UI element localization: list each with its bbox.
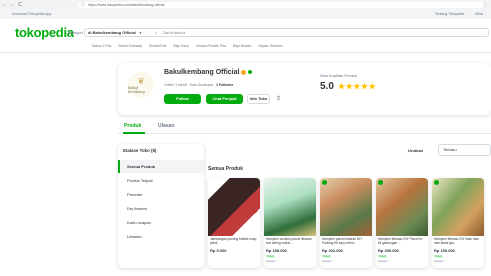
keyword-link[interactable]: Sepatu Snekers [258,44,282,48]
site-info-icon[interactable]: ⓘ [81,2,85,8]
etalase-sidebar: Etalase Toko (8) Semua Produk Produk Ter… [118,144,204,268]
keyword-link[interactable]: Sabun 2 Pcs [92,44,111,48]
shop-info-button[interactable]: Info Toko [247,94,270,104]
top-strip: Download Tokopedia App Tentang Tokopedia… [0,10,491,19]
etalase-item-dry-flowers[interactable]: Dry flowers [118,202,204,215]
product-price: Rp 5.000 [210,248,227,253]
tab-ulasan[interactable]: Ulasan [158,123,174,129]
product-name: Hampers cookies parcel lebaran box kerin… [266,237,312,245]
sold-count: Terjual 1 [378,260,388,263]
shop-header-card: ❦ Bakul Kembang Bakulkembang Official On… [118,63,491,115]
keyword-link[interactable]: Baju Muslim [233,44,251,48]
mitra-link[interactable]: Mitra [475,12,483,16]
sold-count: Terjual 1 [266,260,276,263]
sold-count: Terjual 1 [434,260,444,263]
wholesale-badge: Grosir [434,255,444,258]
shop-location: Kota Surabaya [189,83,213,87]
product-card[interactable]: Hampers lebaran DIY Parcel hr kit gantun… [376,178,428,268]
tab-produk[interactable]: Produk [124,123,141,129]
sort-select[interactable]: Terbaru [438,144,491,156]
keyword-link[interactable]: Sendal Pria [149,44,167,48]
stock-indicator-icon [378,180,383,185]
leaf-icon: ❦ [137,75,145,86]
official-badge-icon [241,69,247,75]
shop-name-text: Bakulkembang Official [164,69,240,76]
back-icon[interactable]: ← [0,0,8,10]
search-bar[interactable]: di Bakulkembang Official ▼ ⌕ [84,28,489,37]
wholesale-badge: Grosir [378,255,388,258]
etalase-item-semua-produk[interactable]: Semua Produk [118,160,204,173]
etalase-item-kartu-ucapan[interactable]: Kartu ucapan [118,216,204,229]
product-card[interactable]: Hampers cookies parcel lebaran box kerin… [264,178,316,268]
follower-count: 1 Follower [215,83,234,87]
product-price: Rp 202.000 [322,248,343,253]
sort-value: Terbaru [443,147,457,152]
site-header: tokopedia Kategori di Bakulkembang Offic… [0,19,491,53]
active-tab-indicator [123,132,145,134]
etalase-item-produk-terjual[interactable]: Produk Terjual [118,174,204,187]
section-title: Semua Produk [208,166,244,172]
category-link[interactable]: Kategori [68,30,83,35]
sort-label: Urutkan [408,148,424,153]
rating-label: Nilai Kualitas Produk [320,73,357,78]
share-icon[interactable]: ⇪ [276,95,281,102]
search-scope-label: di Bakulkembang Official [88,30,136,35]
shop-meta: Online 1 menit · Kota Surabaya · 1 Follo… [164,83,234,87]
shop-tabs: Produk Ulasan [118,118,491,134]
top-strip-links: Tentang Tokopedia Mitra [425,10,483,19]
rating-score: 5.0 [320,81,334,92]
keyword-suggestions: Sabun 2 Pcs Sweet Sunnday Sendal Pria Ba… [92,44,289,48]
address-bar[interactable]: ⓘ https://www.tokopedia.com/bakulkembang… [78,2,483,8]
follow-button[interactable]: Follow [164,94,201,104]
keyword-link[interactable]: Sweet Sunnday [118,44,142,48]
browser-menu-icon[interactable]: ⋮ [483,0,488,10]
shop-name: Bakulkembang Official [164,69,253,76]
product-image [264,178,316,236]
wholesale-badge: Grosir [266,255,276,258]
product-card[interactable]: Hampers lebaran DIY isian hias mini lant… [432,178,484,268]
stock-indicator-icon [434,180,439,185]
product-card[interactable]: Hampers parcel lebaran DIY Packing Kit k… [320,178,372,268]
product-name: Hampers lebaran DIY isian hias mini lant… [434,237,479,245]
etalase-item-preorder[interactable]: Preorder [118,188,204,201]
browser-toolbar: ← → C ⓘ https://www.tokopedia.com/bakulk… [0,0,491,10]
stock-indicator-icon [322,180,327,185]
search-input[interactable] [163,30,363,35]
product-name: Hampers lebaran DIY Parcel hr kit gantun… [378,237,423,245]
product-card[interactable]: Jambangan pouring bubble wrap pelek Rp 5… [208,178,260,268]
shop-avatar-text: Bakul Kembang [128,85,145,94]
about-link[interactable]: Tentang Tokopedia [435,12,464,16]
product-price: Rp 150.000 [434,248,455,253]
etalase-title: Etalase Toko (8) [123,148,157,153]
search-icon: ⌕ [155,30,158,35]
shop-avatar: ❦ Bakul Kembang [128,72,154,98]
product-price: Rp 250.000 [378,248,399,253]
product-name: Hampers parcel lebaran DIY Packing Kit k… [322,237,363,245]
etalase-item-lebaran[interactable]: Lebaran [118,230,204,243]
tokopedia-logo[interactable]: tokopedia [15,25,74,40]
product-image [376,178,428,236]
online-status: Online 1 menit [164,83,187,87]
star-rating-icon: ★★★★★ [337,82,377,91]
chevron-down-icon: ▼ [138,31,142,35]
keyword-link[interactable]: Baju Kaos [173,44,188,48]
product-price: Rp 189.000 [266,248,287,253]
keyword-link[interactable]: Celana Pendek Pria [196,44,226,48]
product-image [208,178,260,236]
product-name: Jambangan pouring bubble wrap pelek [210,237,257,245]
forward-icon[interactable]: → [8,0,16,10]
download-app-link[interactable]: Download Tokopedia App [12,10,51,19]
rating-box: Nilai Kualitas Produk 5.0 ★★★★★ [320,73,376,92]
product-image [320,178,372,236]
url-text: https://www.tokopedia.com/bakulkembang-o… [88,3,165,7]
rating-score-row: 5.0 ★★★★★ [320,81,376,92]
product-image [432,178,484,236]
sold-count: Terjual 1 [322,260,332,263]
wholesale-badge: Grosir [322,255,332,258]
chat-seller-button[interactable]: Chat Penjual [206,94,243,104]
verified-badge-icon [248,70,253,75]
search-scope-select[interactable]: di Bakulkembang Official ▼ [88,29,142,37]
reload-icon[interactable]: C [16,0,24,10]
